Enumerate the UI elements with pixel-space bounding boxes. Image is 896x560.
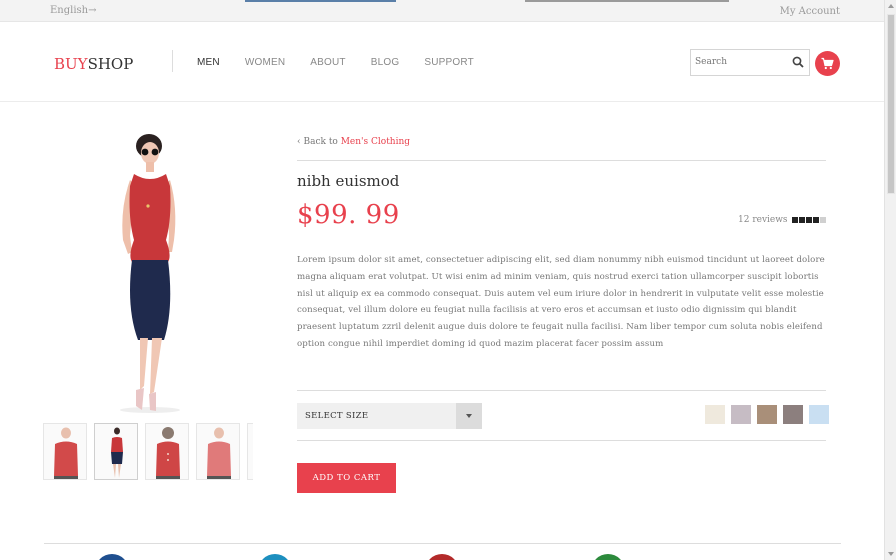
back-category-link[interactable]: Men's Clothing <box>341 137 410 147</box>
top-accent-line <box>245 0 396 2</box>
scroll-thumb[interactable] <box>887 14 895 194</box>
thumbnail-2-image <box>111 427 123 478</box>
color-swatch[interactable] <box>757 405 777 424</box>
product-description: Lorem ipsum dolor sit amet, consectetuer… <box>297 255 825 349</box>
rating-square <box>792 217 798 223</box>
footer-feature-icon <box>591 554 625 560</box>
rating-square <box>820 217 826 223</box>
product-main-image[interactable] <box>90 128 210 418</box>
logo-buy-text: BUY <box>54 55 88 73</box>
thumbnail-2[interactable] <box>94 423 138 480</box>
color-swatch[interactable] <box>809 405 829 424</box>
breadcrumb: ‹ Back to Men's Clothing <box>297 137 410 147</box>
divider <box>297 440 826 441</box>
top-bar: English→ My Account <box>0 0 884 22</box>
nav-blog[interactable]: BLOG <box>371 57 400 68</box>
main-nav: MEN WOMEN ABOUT BLOG SUPPORT <box>197 57 499 68</box>
thumbnail-4[interactable] <box>196 423 240 480</box>
footer-divider <box>44 543 841 544</box>
search-input[interactable] <box>695 57 785 67</box>
nav-men[interactable]: MEN <box>197 57 220 68</box>
thumbnail-5[interactable] <box>247 423 253 480</box>
product-price: $99. 99 <box>297 200 400 230</box>
site-logo[interactable]: BUYSHOP <box>54 55 133 73</box>
color-swatch[interactable] <box>731 405 751 424</box>
my-account-link[interactable]: My Account <box>780 6 840 17</box>
reviews-count[interactable]: 12 reviews <box>738 215 788 225</box>
thumbnail-1[interactable] <box>43 423 87 480</box>
top-grey-line <box>525 0 729 2</box>
rating-squares <box>792 217 826 223</box>
nav-support[interactable]: SUPPORT <box>424 57 474 68</box>
thumbnail-strip <box>43 423 253 481</box>
back-prefix: Back to <box>303 137 341 147</box>
thumbnail-3[interactable] <box>145 423 189 480</box>
search-box <box>690 49 810 76</box>
cart-icon <box>821 57 834 70</box>
chevron-down-icon[interactable] <box>456 403 482 429</box>
footer-feature-icon <box>425 554 459 560</box>
divider <box>297 160 826 161</box>
color-swatches <box>705 405 829 424</box>
color-swatch[interactable] <box>705 405 725 424</box>
footer-feature-icon <box>258 554 292 560</box>
rating-square <box>799 217 805 223</box>
product-title: nibh euismod <box>297 172 400 190</box>
rating-square <box>806 217 812 223</box>
thumbnail-4-image <box>207 427 231 479</box>
thumbnail-3-image <box>156 427 180 479</box>
logo-shop-text: SHOP <box>87 55 134 73</box>
nav-women[interactable]: WOMEN <box>245 57 285 68</box>
cart-button[interactable] <box>815 51 840 76</box>
search-icon[interactable] <box>792 56 804 68</box>
size-select-label: SELECT SIZE <box>305 411 369 421</box>
rating-square <box>813 217 819 223</box>
footer-feature-icon <box>95 554 129 560</box>
scroll-up-arrow[interactable] <box>888 4 894 8</box>
scroll-down-arrow[interactable] <box>888 552 894 556</box>
size-select[interactable]: SELECT SIZE <box>297 403 482 429</box>
site-header: BUYSHOP MEN WOMEN ABOUT BLOG SUPPORT <box>0 22 884 102</box>
nav-about[interactable]: ABOUT <box>310 57 345 68</box>
add-to-cart-button[interactable]: ADD TO CART <box>297 463 396 493</box>
language-selector[interactable]: English→ <box>50 5 97 16</box>
chevron-left-icon: ‹ <box>297 137 301 147</box>
color-swatch[interactable] <box>783 405 803 424</box>
header-divider <box>172 50 173 72</box>
thumbnail-1-image <box>54 427 78 479</box>
divider <box>297 390 826 391</box>
page-scrollbar[interactable] <box>884 0 896 560</box>
